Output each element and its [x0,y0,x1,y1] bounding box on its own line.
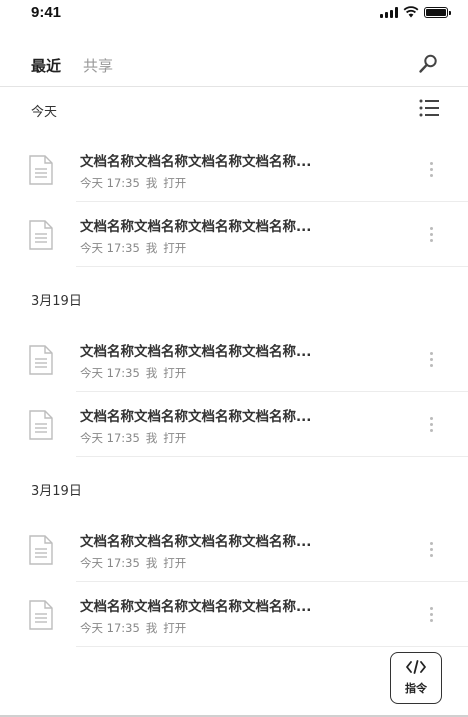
file-time: 今天 17:35 [80,241,140,255]
file-name: 文档名称文档名称文档名称文档名称... [80,534,312,550]
command-button[interactable]: 指令 [390,652,442,704]
more-vertical-icon[interactable] [421,221,441,247]
file-meta: 今天 17:35 我打开 [80,430,192,446]
file-row[interactable]: 文档名称文档名称文档名称文档名称... 今天 17:35 我打开 [0,582,468,647]
file-time: 今天 17:35 [80,176,140,190]
file-action: 打开 [163,431,187,445]
tab-shared[interactable]: 共享 [83,55,113,76]
status-icons [380,6,451,18]
file-row[interactable]: 文档名称文档名称文档名称文档名称... 今天 17:35 我打开 [0,392,468,457]
command-button-label: 指令 [405,682,427,695]
section-title: 今天 [31,105,58,120]
section-header: 3月19日 [0,278,468,318]
file-action: 打开 [163,556,187,570]
file-row[interactable]: 文档名称文档名称文档名称文档名称... 今天 17:35 我打开 [0,202,468,267]
section-title: 3月19日 [31,484,82,499]
file-row[interactable]: 文档名称文档名称文档名称文档名称... 今天 17:35 我打开 [0,137,468,202]
section-header: 3月19日 [0,468,468,508]
file-owner: 我 [145,241,158,255]
file-action: 打开 [163,366,187,380]
document-icon [29,410,53,440]
section-title: 3月19日 [31,294,82,309]
status-time: 9:41 [31,4,62,21]
file-owner: 我 [145,431,158,445]
file-time: 今天 17:35 [80,556,140,570]
divider [76,646,468,647]
file-name: 文档名称文档名称文档名称文档名称... [80,409,312,425]
file-meta: 今天 17:35 我打开 [80,240,192,256]
file-owner: 我 [145,176,158,190]
list-view-icon[interactable] [417,96,441,120]
tab-recent[interactable]: 最近 [31,55,61,76]
file-meta: 今天 17:35 我打开 [80,365,192,381]
section-header: 今天 [0,89,468,129]
file-row[interactable]: 文档名称文档名称文档名称文档名称... 今天 17:35 我打开 [0,517,468,582]
tab-bar: 最近 共享 [0,44,468,87]
more-vertical-icon[interactable] [421,536,441,562]
file-meta: 今天 17:35 我打开 [80,620,192,636]
file-action: 打开 [163,241,187,255]
file-name: 文档名称文档名称文档名称文档名称... [80,344,312,360]
divider [76,456,468,457]
file-action: 打开 [163,621,187,635]
divider [76,266,468,267]
document-icon [29,535,53,565]
status-bar: 9:41 [0,0,468,28]
file-meta: 今天 17:35 我打开 [80,175,192,191]
more-vertical-icon[interactable] [421,601,441,627]
code-icon [406,660,426,674]
file-time: 今天 17:35 [80,621,140,635]
file-name: 文档名称文档名称文档名称文档名称... [80,154,312,170]
more-vertical-icon[interactable] [421,346,441,372]
document-icon [29,220,53,250]
file-time: 今天 17:35 [80,366,140,380]
file-time: 今天 17:35 [80,431,140,445]
battery-icon [424,6,451,18]
document-icon [29,600,53,630]
cellular-signal-icon [380,6,398,18]
wifi-icon [403,6,419,18]
search-icon[interactable] [416,52,440,76]
file-owner: 我 [145,621,158,635]
file-meta: 今天 17:35 我打开 [80,555,192,571]
file-row[interactable]: 文档名称文档名称文档名称文档名称... 今天 17:35 我打开 [0,327,468,392]
file-owner: 我 [145,366,158,380]
file-owner: 我 [145,556,158,570]
more-vertical-icon[interactable] [421,411,441,437]
more-vertical-icon[interactable] [421,156,441,182]
document-icon [29,345,53,375]
file-name: 文档名称文档名称文档名称文档名称... [80,219,312,235]
document-icon [29,155,53,185]
file-name: 文档名称文档名称文档名称文档名称... [80,599,312,615]
file-action: 打开 [163,176,187,190]
